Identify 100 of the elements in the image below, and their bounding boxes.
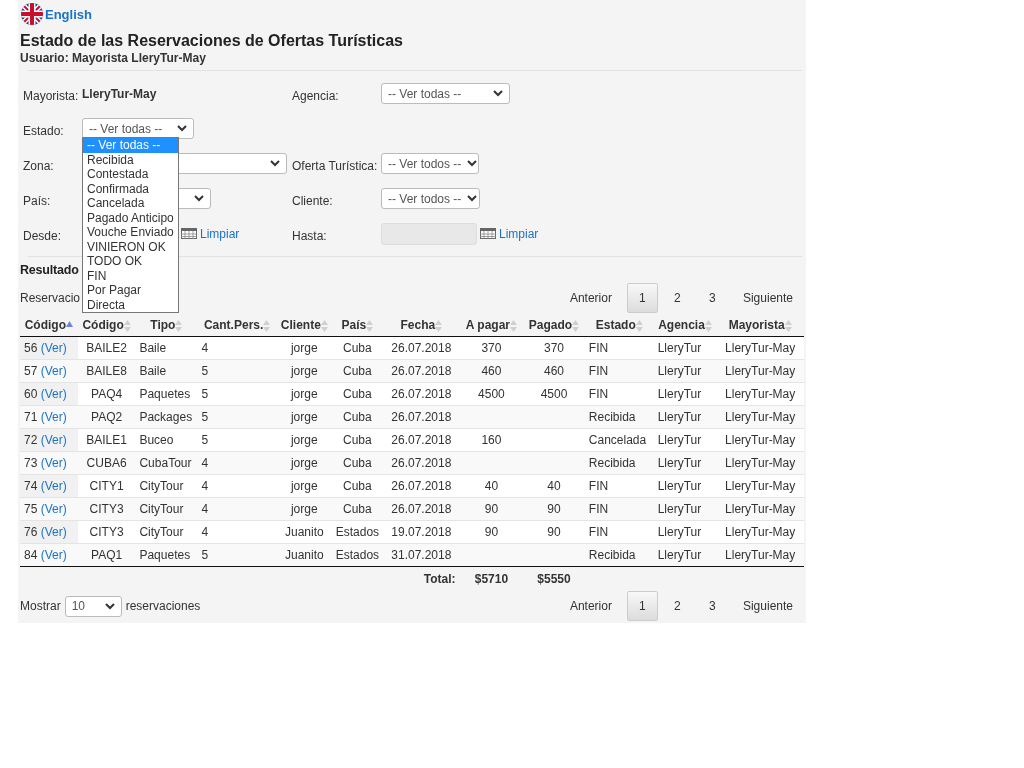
select-field[interactable]: -- Ver todas -- (381, 83, 510, 104)
table-cell: 160 (459, 428, 524, 452)
user-label: Usuario: Mayorista LleryTur-May (20, 51, 207, 65)
select-field[interactable]: -- Ver todas -- (82, 118, 194, 139)
column-header[interactable]: Cant.Pers. (197, 314, 277, 337)
table-cell: jorge (276, 428, 332, 452)
page-button[interactable]: 3 (696, 283, 728, 313)
column-header[interactable]: País (331, 314, 384, 337)
select-field[interactable]: -- Ver todos -- (381, 153, 479, 174)
page-title: Estado de las Reservaciones de Ofertas Turísticas (20, 32, 404, 50)
table-cell: Cuba (331, 359, 384, 383)
column-header[interactable]: Fecha (383, 314, 460, 337)
filter-label: Agencia: (292, 87, 340, 103)
select-field[interactable]: -- Ver todos -- (381, 188, 480, 209)
column-header[interactable]: Mayorista (716, 314, 804, 337)
table-cell: 4 (197, 497, 277, 521)
table-cell: LleryTur (653, 405, 717, 429)
table-cell: 4 (197, 336, 277, 360)
dropdown-option[interactable]: Recibida (83, 152, 178, 167)
table-cell: 26.07.2018 (383, 336, 460, 360)
table-cell: jorge (276, 474, 332, 498)
table-cell: jorge (276, 497, 332, 521)
table-cell: 26.07.2018 (383, 359, 460, 383)
total-label: Total: (383, 566, 460, 591)
page-button[interactable]: 1 (626, 591, 658, 621)
dropdown-option[interactable]: TODO OK (83, 254, 178, 269)
table-cell: PAQ4 (77, 382, 136, 406)
view-link[interactable]: (Ver) (40, 410, 67, 424)
calendar-icon[interactable] (181, 228, 197, 239)
column-header[interactable]: Agencia (653, 314, 717, 337)
table-cell: 26.07.2018 (383, 428, 460, 452)
table-cell: 73 (24, 456, 38, 470)
table-cell: 75 (24, 502, 38, 516)
page-button[interactable]: 2 (661, 283, 693, 313)
total-value: $5710 (459, 566, 524, 591)
results-info: Reservacio (20, 291, 81, 305)
dropdown-option[interactable]: Pagado Anticipo (83, 210, 178, 225)
table-cell: 5 (197, 543, 277, 567)
view-link[interactable]: (Ver) (40, 364, 67, 378)
table-cell: Baile (135, 336, 198, 360)
table-cell: jorge (276, 359, 332, 383)
table-cell: BAILE8 (77, 359, 136, 383)
view-link[interactable]: (Ver) (40, 525, 67, 539)
table-cell: 84 (24, 548, 38, 562)
table-cell: LleryTur (653, 359, 717, 383)
view-link[interactable]: (Ver) (40, 433, 67, 447)
dropdown-option[interactable]: Vouche Enviado (83, 225, 178, 240)
dropdown-option[interactable]: FIN (83, 268, 178, 283)
table-cell: CUBA6 (77, 451, 136, 475)
table-cell: 26.07.2018 (383, 451, 460, 475)
calendar-icon[interactable] (480, 228, 496, 239)
table-cell: LleryTur (653, 428, 717, 452)
column-header[interactable]: Código (77, 314, 136, 337)
dropdown-option[interactable]: VINIERON OK (83, 239, 178, 254)
table-cell: 90 (459, 497, 524, 521)
view-link[interactable]: (Ver) (40, 479, 67, 493)
table-cell: LleryTur-May (716, 359, 804, 383)
results-heading: Resultado (20, 263, 79, 277)
filter-label: Oferta Turística: (292, 157, 379, 173)
table-cell: 370 (523, 336, 585, 360)
table-cell: LleryTur-May (716, 520, 804, 544)
table-cell: 90 (523, 497, 585, 521)
column-header[interactable]: Cliente (276, 314, 332, 337)
view-link[interactable]: (Ver) (40, 502, 67, 516)
view-link[interactable]: (Ver) (40, 548, 67, 562)
table-cell: Cancelada (584, 428, 654, 452)
dropdown-option[interactable]: Directa (83, 297, 178, 312)
page-button[interactable]: 1 (626, 283, 658, 313)
table-cell: 76 (24, 525, 38, 539)
column-header[interactable]: Pagado (523, 314, 585, 337)
dropdown-option[interactable]: Contestada (83, 167, 178, 182)
view-link[interactable]: (Ver) (40, 387, 67, 401)
dropdown-option[interactable]: Confirmada (83, 181, 178, 196)
table-cell: PAQ2 (77, 405, 136, 429)
page-button[interactable]: 2 (661, 591, 693, 621)
column-header[interactable]: Tipo (135, 314, 198, 337)
next-link[interactable]: Siguiente (729, 591, 806, 621)
table-cell: jorge (276, 382, 332, 406)
page-size-select[interactable]: 10 (64, 595, 122, 617)
table-cell: Recibida (584, 405, 654, 429)
clear-link[interactable]: Limpiar (499, 226, 539, 241)
dropdown-option[interactable]: Cancelada (83, 196, 178, 211)
language-link[interactable]: English (45, 6, 92, 22)
view-link[interactable]: (Ver) (40, 341, 67, 355)
column-header[interactable]: Código (20, 314, 78, 337)
view-link[interactable]: (Ver) (40, 456, 67, 470)
table-cell: 56 (24, 341, 38, 355)
page-button[interactable]: 3 (696, 591, 728, 621)
chevron-icon (467, 195, 478, 202)
dropdown-option[interactable]: Por Pagar (83, 283, 178, 298)
table-cell: FIN (584, 382, 654, 406)
column-header[interactable]: A pagar (459, 314, 524, 337)
chevron-icon (467, 160, 478, 167)
table-cell: Estados (331, 520, 384, 544)
chevron-icon (194, 195, 204, 203)
previous-link[interactable]: Anterior (556, 591, 625, 621)
column-header[interactable]: Estado (584, 314, 654, 337)
clear-link[interactable]: Limpiar (200, 226, 240, 241)
next-link[interactable]: Siguiente (729, 283, 806, 313)
previous-link[interactable]: Anterior (556, 283, 625, 313)
